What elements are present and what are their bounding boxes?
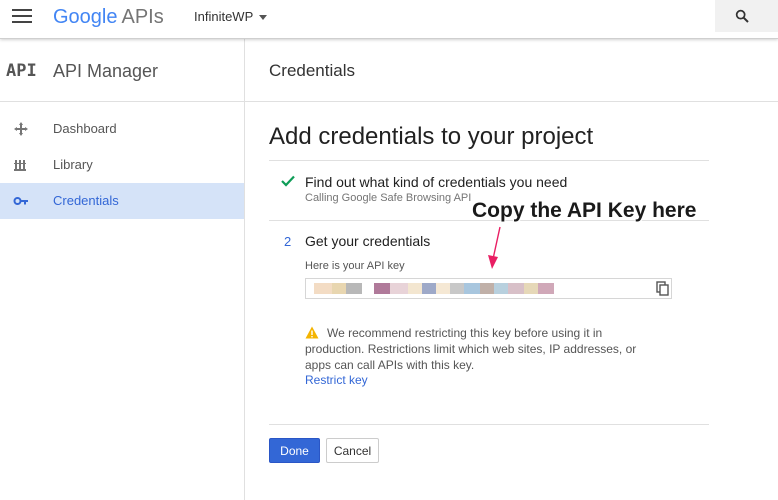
api-key-label: Here is your API key	[305, 260, 405, 272]
done-button[interactable]: Done	[269, 438, 320, 463]
sidebar-item-credentials[interactable]: Credentials	[0, 183, 244, 219]
redacted-key	[464, 283, 480, 294]
step1-title[interactable]: Find out what kind of credentials you ne…	[305, 174, 567, 190]
redacted-key	[422, 283, 436, 294]
step2-number: 2	[284, 234, 292, 249]
project-selector[interactable]: InfiniteWP	[194, 9, 268, 24]
google-apis-logo[interactable]: Google APIs	[53, 6, 164, 29]
redacted-key	[390, 283, 408, 294]
redacted-key	[346, 283, 362, 294]
sidebar-nav: Dashboard Library Credentials	[0, 102, 244, 219]
redacted-key	[436, 283, 450, 294]
step2-title: Get your credentials	[305, 233, 431, 249]
redacted-key	[494, 283, 508, 294]
logo-apis-text: APIs	[121, 6, 164, 28]
logo-google-text: Google	[53, 6, 118, 28]
redacted-key	[374, 283, 390, 294]
redacted-key	[450, 283, 464, 294]
divider	[269, 160, 709, 161]
api-key-field[interactable]	[305, 278, 672, 299]
annotation-text: Copy the API Key here	[472, 199, 697, 222]
redacted-key	[480, 283, 494, 294]
search-icon	[735, 9, 749, 23]
step1-subtitle: Calling Google Safe Browsing API	[305, 192, 472, 204]
sidebar-item-dashboard[interactable]: Dashboard	[0, 111, 244, 147]
top-bar: Google APIs InfiniteWP	[0, 0, 778, 39]
redacted-key	[332, 283, 346, 294]
check-icon	[281, 175, 295, 187]
key-icon	[13, 197, 28, 205]
project-name: InfiniteWP	[194, 9, 254, 24]
redacted-key	[538, 283, 554, 294]
menu-icon[interactable]	[12, 9, 32, 23]
sidebar-title: API Manager	[53, 61, 159, 81]
redacted-key	[314, 283, 332, 294]
main-header: Credentials	[245, 39, 778, 102]
sidebar-item-label: Credentials	[53, 193, 119, 208]
redacted-key	[508, 283, 524, 294]
library-icon	[14, 160, 26, 171]
redacted-key	[524, 283, 538, 294]
divider	[269, 424, 709, 425]
sidebar-item-label: Library	[53, 157, 93, 172]
redacted-key	[408, 283, 422, 294]
sidebar-item-library[interactable]: Library	[0, 147, 244, 183]
page-title: Add credentials to your project	[269, 123, 594, 150]
cancel-button[interactable]: Cancel	[326, 438, 379, 463]
copy-icon[interactable]	[656, 281, 669, 296]
sidebar-item-label: Dashboard	[53, 121, 117, 136]
search-button[interactable]	[715, 0, 778, 32]
warning-text: We recommend restricting this key before…	[305, 326, 637, 372]
caret-down-icon	[259, 15, 268, 21]
sidebar: API API Manager Dashboard Library Creden…	[0, 39, 245, 500]
annotation-arrow-icon	[488, 226, 501, 269]
api-badge: API	[6, 61, 37, 81]
main-content: Credentials Add credentials to your proj…	[245, 39, 778, 500]
header-title: Credentials	[269, 61, 355, 80]
sidebar-header: API API Manager	[0, 39, 244, 102]
restrict-key-link[interactable]: Restrict key	[305, 373, 368, 387]
dashboard-icon	[14, 122, 28, 136]
